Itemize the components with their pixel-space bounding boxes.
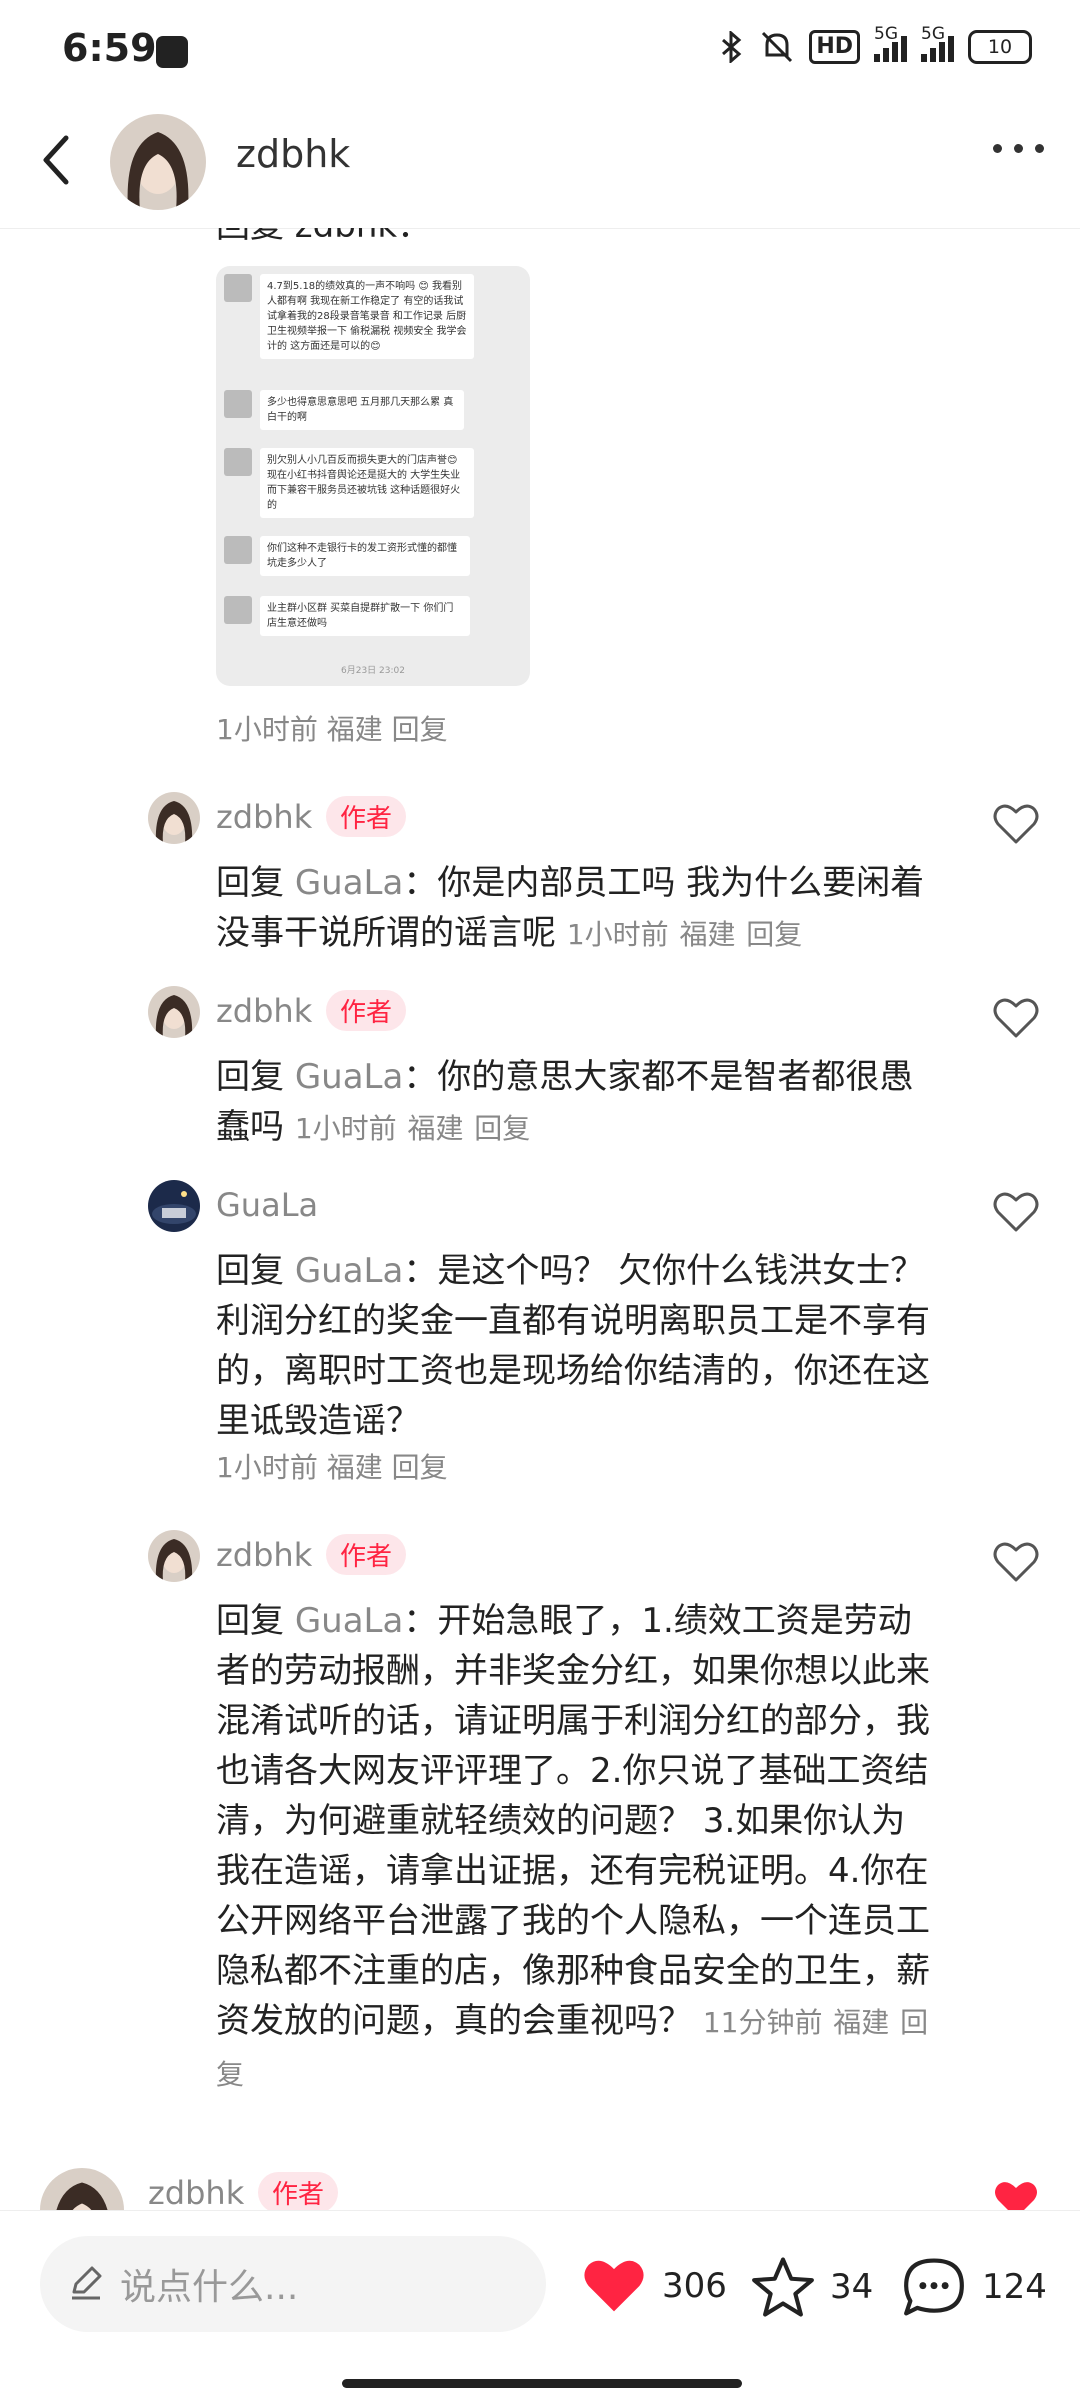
commenter-name[interactable]: zdbhk [148, 2174, 244, 2210]
comment-location: 福建 [407, 1112, 464, 1145]
signal-icon-2: 5G [921, 24, 954, 62]
chat-message: 4.7到5.18的绩效真的一声不响吗 😊 我看别人都有啊 我现在新工作稳定了 有… [224, 274, 474, 359]
author-badge: 作者 [326, 796, 407, 837]
like-icon[interactable] [992, 1540, 1040, 1584]
comment-time: 1小时前 [294, 1112, 397, 1145]
chat-message: 你们这种不走银行卡的发工资形式懂的都懂 坑走多少人了 [224, 536, 470, 576]
author-badge: 作者 [258, 2172, 339, 2210]
comment-list: 回复 zdbhk： 4.7到5.18的绩效真的一声不响吗 😊 我看别人都有啊 我… [0, 228, 1080, 2210]
comment-input[interactable]: 说点什么... [40, 2236, 546, 2332]
avatar[interactable] [40, 2168, 124, 2210]
comment-button[interactable]: 124 [900, 2255, 1047, 2319]
comment-time: 11分钟前 [702, 2006, 823, 2039]
avatar[interactable] [148, 1530, 200, 1582]
author-badge: 作者 [326, 1534, 407, 1575]
like-icon[interactable] [992, 1190, 1040, 1234]
star-icon [752, 2257, 814, 2317]
chat-avatar [224, 448, 252, 476]
avatar[interactable] [148, 986, 200, 1038]
comment-text: 回复 GuaLa：开始急眼了，1.绩效工资是劳动者的劳动报酬，并非奖金分红，如果… [216, 1601, 930, 2091]
chat-timestamp: 6月23日 23:02 [341, 666, 405, 676]
status-icons: HD 5G 5G 10 [719, 24, 1032, 64]
comment-count: 124 [982, 2267, 1047, 2307]
home-indicator[interactable] [342, 2379, 742, 2388]
signal-icon: 5G [874, 24, 907, 62]
commenter-name[interactable]: zdbhk [216, 798, 312, 836]
commenter-name[interactable]: GuaLa [216, 1186, 318, 1224]
comment-location: 福建 [833, 2006, 890, 2039]
comment-time: 1小时前 [216, 713, 318, 746]
battery-icon: 10 [968, 30, 1032, 64]
reply-to-user[interactable]: GuaLa [295, 1057, 404, 1097]
comment-location: 福建 [679, 918, 736, 951]
comment-image[interactable]: 4.7到5.18的绩效真的一声不响吗 😊 我看别人都有啊 我现在新工作稳定了 有… [216, 266, 530, 686]
heart-icon [584, 2260, 644, 2312]
mute-icon [762, 31, 793, 63]
chat-message: 多少也得意思意思吧 五月那几天那么累 真白干的啊 [224, 390, 464, 430]
collect-button[interactable]: 34 [750, 2255, 873, 2319]
chat-message: 业主群小区群 买菜自提群扩散一下 你们门店生意还做吗 [224, 596, 470, 636]
like-button[interactable]: 306 [580, 2255, 727, 2317]
reply-button[interactable]: 回复 [392, 713, 448, 746]
comment-text: 回复 zdbhk： [216, 228, 431, 247]
avatar[interactable] [148, 792, 200, 844]
reply-to-user[interactable]: GuaLa [295, 1601, 404, 1641]
hd-voice-icon: HD [809, 30, 860, 64]
reply-button[interactable]: 回复 [474, 1112, 530, 1145]
like-icon[interactable] [992, 996, 1040, 1040]
author-name[interactable]: zdbhk [236, 132, 350, 176]
liked-icon[interactable] [992, 2178, 1040, 2210]
bluetooth-icon [722, 31, 742, 63]
comment-time: 1小时前 [566, 918, 669, 951]
like-count: 306 [662, 2266, 727, 2306]
reply-to-user[interactable]: GuaLa [295, 863, 404, 903]
chat-message: 别欠别人小几百反而损失更大的门店声誉😊 现在小红书抖音舆论还是挺大的 大学生失业… [224, 448, 474, 518]
reply-button[interactable]: 回复 [746, 918, 802, 951]
bottom-action-bar: 说点什么... 306 34 124 [0, 2210, 1080, 2401]
input-placeholder: 说点什么... [120, 2267, 299, 2308]
comment-text: 回复 GuaLa：你的意思大家都不是智者都很愚蠢吗 1小时前 福建 回复 [216, 1057, 914, 1147]
commenter-name[interactable]: zdbhk [216, 992, 312, 1030]
comment-meta: 1小时前 福建 回复 [216, 708, 448, 748]
comment-location: 福建 [326, 713, 383, 746]
like-icon[interactable] [992, 802, 1040, 846]
comment-text: 回复 GuaLa：是这个吗？ 欠你什么钱洪女士？ 利润分红的奖金一直都有说明离职… [216, 1251, 930, 1441]
comment-location: 福建 [326, 1451, 383, 1484]
app-notification-icon [156, 36, 188, 68]
commenter-name[interactable]: zdbhk [216, 1536, 312, 1574]
comment-meta: 1小时前 福建 回复 [216, 1446, 448, 1486]
chat-avatar [224, 536, 252, 564]
pencil-icon [72, 2266, 102, 2300]
status-bar: 6:59 HD 5G 5G 10 [0, 0, 1080, 100]
comment-time: 1小时前 [216, 1451, 318, 1484]
reply-button[interactable]: 回复 [392, 1451, 448, 1484]
comment-bubble-icon [904, 2258, 964, 2316]
top-bar: zdbhk [0, 100, 1080, 229]
reply-to-user[interactable]: GuaLa [295, 1251, 404, 1291]
comment-text: 回复 GuaLa：你是内部员工吗 我为什么要闲着没事干说所谓的谣言呢 1小时前 … [216, 863, 925, 953]
author-avatar[interactable] [110, 114, 206, 210]
back-arrow-icon[interactable] [36, 130, 76, 190]
chat-avatar [224, 274, 252, 302]
status-time: 6:59 [62, 26, 157, 70]
chat-avatar [224, 596, 252, 624]
more-options-icon[interactable] [993, 144, 1044, 153]
chat-avatar [224, 390, 252, 418]
avatar[interactable] [148, 1180, 200, 1232]
author-badge: 作者 [326, 990, 407, 1031]
collect-count: 34 [830, 2267, 874, 2307]
